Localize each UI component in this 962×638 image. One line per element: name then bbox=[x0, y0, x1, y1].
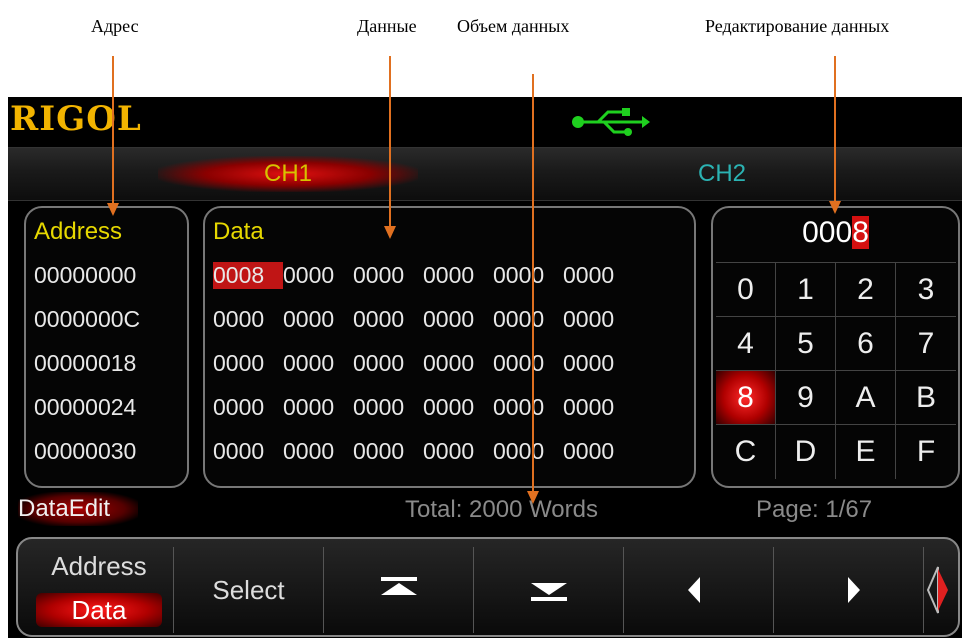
data-cell[interactable]: 0000 bbox=[213, 350, 283, 377]
data-cell[interactable]: 0000 bbox=[493, 394, 563, 421]
keypad-value: 0008 bbox=[713, 216, 958, 250]
address-row: 0000000C bbox=[34, 306, 141, 332]
data-cell[interactable]: 0000 bbox=[493, 438, 563, 465]
address-row: 00000018 bbox=[34, 350, 137, 376]
key-9[interactable]: 9 bbox=[776, 371, 836, 425]
data-cell[interactable]: 0000 bbox=[353, 350, 423, 377]
key-b[interactable]: B bbox=[896, 371, 956, 425]
key-e[interactable]: E bbox=[836, 425, 896, 479]
data-title: Data bbox=[213, 218, 264, 245]
data-cell[interactable]: 0000 bbox=[423, 306, 493, 333]
select-button[interactable]: Select bbox=[174, 547, 324, 633]
data-cell[interactable]: 0000 bbox=[563, 306, 633, 333]
address-panel: Address 00000000 0000000C 00000018 00000… bbox=[24, 206, 189, 488]
left-arrow-icon bbox=[688, 577, 700, 603]
data-row: 0008 0000 0000 0000 0000 0000 bbox=[213, 262, 633, 289]
total-words: Total: 2000 Words bbox=[405, 496, 598, 523]
data-cell[interactable]: 0000 bbox=[423, 438, 493, 465]
more-button[interactable] bbox=[924, 547, 954, 633]
key-c[interactable]: C bbox=[716, 425, 776, 479]
address-row: 00000024 bbox=[34, 394, 137, 420]
more-icon bbox=[926, 566, 948, 614]
tab-ch2[interactable]: CH2 bbox=[698, 156, 746, 192]
keypad-value-prefix: 000 bbox=[802, 216, 853, 249]
page-up-button[interactable] bbox=[324, 547, 474, 633]
key-3[interactable]: 3 bbox=[896, 263, 956, 317]
address-row: 00000030 bbox=[34, 438, 137, 464]
page-indicator: Page: 1/67 bbox=[756, 496, 873, 523]
data-cell[interactable]: 0000 bbox=[213, 394, 283, 421]
data-cell[interactable]: 0000 bbox=[283, 306, 353, 333]
right-button[interactable] bbox=[774, 547, 924, 633]
softkey-address-label: Address bbox=[51, 551, 147, 581]
data-cell[interactable]: 0000 bbox=[563, 350, 633, 377]
top-bar: RIGOL bbox=[8, 97, 962, 147]
keypad-value-cursor: 8 bbox=[852, 216, 869, 249]
usb-icon bbox=[572, 108, 650, 136]
data-cell[interactable]: 0000 bbox=[423, 350, 493, 377]
key-4[interactable]: 4 bbox=[716, 317, 776, 371]
data-cell[interactable]: 0000 bbox=[283, 438, 353, 465]
callout-address: Адрес bbox=[91, 16, 139, 36]
data-cell[interactable]: 0000 bbox=[283, 394, 353, 421]
key-5[interactable]: 5 bbox=[776, 317, 836, 371]
data-cell[interactable]: 0000 bbox=[493, 350, 563, 377]
address-data-toggle-button[interactable]: Address Data bbox=[24, 547, 174, 633]
data-cell-selected[interactable]: 0008 bbox=[213, 262, 283, 289]
data-cell[interactable]: 0000 bbox=[283, 262, 353, 289]
callout-volume: Объем данных bbox=[457, 16, 570, 36]
softkey-bar: Address Data Select bbox=[16, 537, 960, 637]
data-cell[interactable]: 0000 bbox=[563, 394, 633, 421]
data-cell[interactable]: 0000 bbox=[283, 350, 353, 377]
data-row: 0000 0000 0000 0000 0000 0000 bbox=[213, 438, 633, 465]
data-cell[interactable]: 0000 bbox=[563, 262, 633, 289]
data-row: 0000 0000 0000 0000 0000 0000 bbox=[213, 350, 633, 377]
key-6[interactable]: 6 bbox=[836, 317, 896, 371]
data-row: 0000 0000 0000 0000 0000 0000 bbox=[213, 306, 633, 333]
data-panel: Data 0008 0000 0000 0000 0000 0000 0000 0000 00… bbox=[203, 206, 696, 488]
data-cell[interactable]: 0000 bbox=[213, 306, 283, 333]
key-1[interactable]: 1 bbox=[776, 263, 836, 317]
callout-edit: Редактирование данных bbox=[705, 16, 890, 36]
tab-ch1[interactable]: CH1 bbox=[158, 156, 418, 192]
page-down-icon bbox=[531, 583, 567, 601]
data-cell[interactable]: 0000 bbox=[493, 306, 563, 333]
key-0[interactable]: 0 bbox=[716, 263, 776, 317]
data-cell[interactable]: 0000 bbox=[213, 438, 283, 465]
status-bar: DataEdit Total: 2000 Words Page: 1/67 bbox=[8, 490, 962, 534]
callout-data: Данные bbox=[357, 16, 417, 36]
channel-tabs: CH1 CH2 bbox=[8, 147, 962, 201]
page-up-icon bbox=[381, 577, 417, 595]
data-cell[interactable]: 0000 bbox=[423, 394, 493, 421]
page-down-button[interactable] bbox=[474, 547, 624, 633]
address-title: Address bbox=[34, 218, 123, 245]
data-cell[interactable]: 0000 bbox=[353, 306, 423, 333]
mode-label: DataEdit bbox=[18, 492, 138, 526]
key-d[interactable]: D bbox=[776, 425, 836, 479]
right-arrow-icon bbox=[848, 577, 860, 603]
address-row: 00000000 bbox=[34, 262, 137, 288]
key-a[interactable]: A bbox=[836, 371, 896, 425]
key-2[interactable]: 2 bbox=[836, 263, 896, 317]
data-row: 0000 0000 0000 0000 0000 0000 bbox=[213, 394, 633, 421]
key-f[interactable]: F bbox=[896, 425, 956, 479]
data-cell[interactable]: 0000 bbox=[563, 438, 633, 465]
data-cell[interactable]: 0000 bbox=[493, 262, 563, 289]
softkey-data-label: Data bbox=[36, 593, 162, 627]
data-cell[interactable]: 0000 bbox=[353, 262, 423, 289]
instrument-screen: RIGOL CH1 CH2 Address 00000000 0000000C … bbox=[8, 97, 962, 638]
keypad-grid: 0 1 2 3 4 5 6 7 8 9 A B C D E F bbox=[716, 262, 956, 479]
key-8-selected[interactable]: 8 bbox=[716, 371, 776, 425]
data-cell[interactable]: 0000 bbox=[353, 394, 423, 421]
keypad-panel: 0008 0 1 2 3 4 5 6 7 8 9 A B C D E F bbox=[711, 206, 960, 488]
rigol-logo: RIGOL bbox=[10, 99, 142, 139]
key-7[interactable]: 7 bbox=[896, 317, 956, 371]
data-cell[interactable]: 0000 bbox=[423, 262, 493, 289]
data-cell[interactable]: 0000 bbox=[353, 438, 423, 465]
left-button[interactable] bbox=[624, 547, 774, 633]
